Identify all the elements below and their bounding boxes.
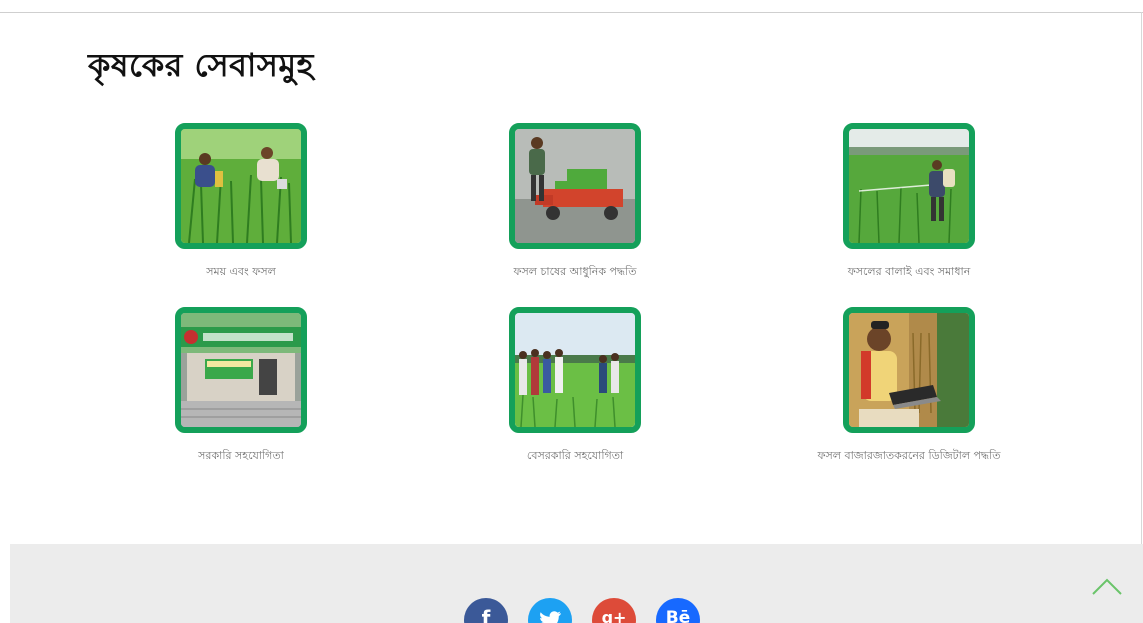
farmer-laptop-photo[interactable]	[843, 307, 975, 433]
rice-transplanter-photo[interactable]	[509, 123, 641, 249]
service-card-private-support[interactable]: বেসরকারি সহযোগিতা	[465, 307, 685, 466]
rice-field-farmers-photo[interactable]	[175, 123, 307, 249]
service-card-season-crops[interactable]: সময় এবং ফসল	[131, 123, 351, 282]
service-label[interactable]: বেসরকারি সহযোগিতা	[465, 447, 685, 466]
pesticide-spraying-photo[interactable]	[843, 123, 975, 249]
service-card-digital-marketing[interactable]: ফসল বাজারজাতকরনের ডিজিটাল পদ্ধতি	[799, 307, 1019, 466]
service-label[interactable]: সময় এবং ফসল	[131, 263, 351, 282]
service-label[interactable]: ফসলের বালাই এবং সমাধান	[799, 263, 1019, 282]
section-title: কৃষকের সেবাসমুহ	[88, 46, 314, 84]
back-to-top-icon[interactable]	[1090, 574, 1124, 598]
service-label[interactable]: ফসল চাষের আধুনিক পদ্ধতি	[465, 263, 685, 282]
footer	[10, 544, 1143, 623]
page: কৃষকের সেবাসমুহ সময় এবং ফসল ফসল চাষের আ…	[0, 0, 1143, 623]
service-card-pest-solutions[interactable]: ফসলের বালাই এবং সমাধান	[799, 123, 1019, 282]
service-card-modern-farming[interactable]: ফসল চাষের আধুনিক পদ্ধতি	[465, 123, 685, 282]
right-divider	[1141, 12, 1142, 544]
service-card-government-support[interactable]: সরকারি সহযোগিতা	[131, 307, 351, 466]
service-label[interactable]: সরকারি সহযোগিতা	[131, 447, 351, 466]
top-divider	[0, 12, 1143, 13]
field-visit-group-photo[interactable]	[509, 307, 641, 433]
agriculture-office-photo[interactable]	[175, 307, 307, 433]
service-label[interactable]: ফসল বাজারজাতকরনের ডিজিটাল পদ্ধতি	[799, 447, 1019, 466]
